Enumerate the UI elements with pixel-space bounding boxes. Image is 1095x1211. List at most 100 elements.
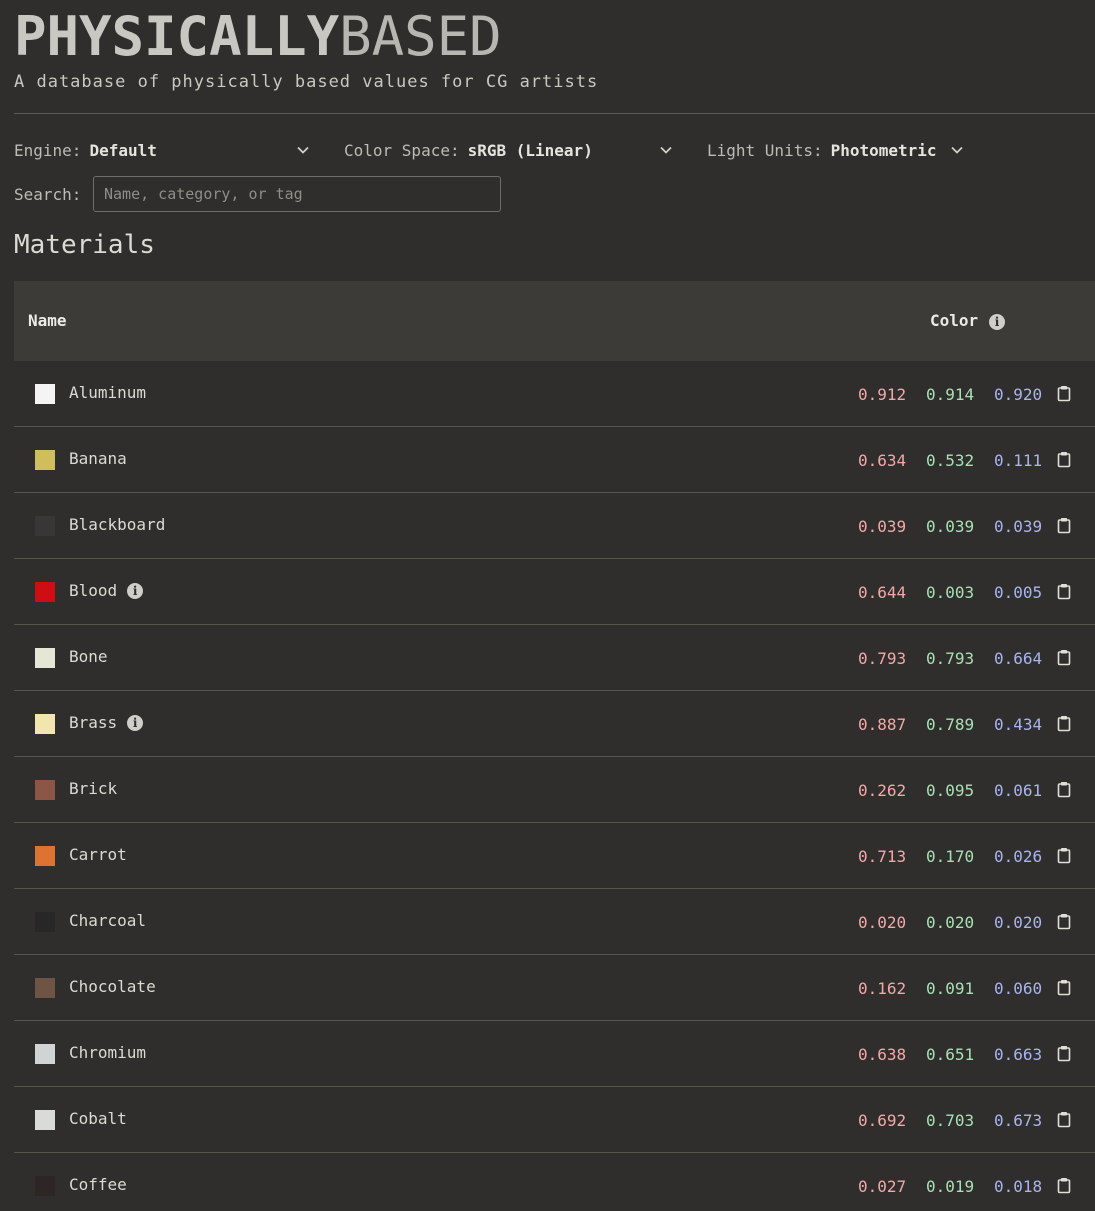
table-row[interactable]: Chocolate 0.162 0.091 0.060 (14, 955, 1095, 1021)
color-space-select[interactable]: Color Space: sRGB (Linear) (344, 138, 674, 162)
chevron-down-icon (297, 146, 309, 154)
materials-table-body: Aluminum 0.912 0.914 0.920 Banana 0.634 0.532 0… (14, 361, 1095, 1211)
info-icon[interactable]: i (989, 314, 1005, 330)
table-row[interactable]: Cobalt 0.692 0.703 0.673 (14, 1087, 1095, 1153)
material-name-label: Brass (69, 713, 118, 732)
color-swatch (35, 846, 55, 866)
clipboard-icon[interactable] (1057, 1045, 1071, 1062)
red-value: 0.713 (858, 847, 907, 866)
section-title: Materials (14, 230, 155, 260)
table-header: Name Color i (14, 281, 1095, 361)
material-name-label: Cobalt (69, 1109, 127, 1128)
red-value: 0.262 (858, 781, 907, 800)
search-row: Search: (14, 176, 501, 212)
clipboard-icon[interactable] (1057, 1111, 1071, 1128)
green-value: 0.651 (926, 1045, 975, 1064)
color-swatch (35, 978, 55, 998)
clipboard-icon[interactable] (1057, 715, 1071, 732)
red-value: 0.793 (858, 649, 907, 668)
green-value: 0.789 (926, 715, 975, 734)
engine-value: Default (89, 140, 157, 160)
light-units-value: Photometric (830, 140, 937, 160)
blue-value: 0.920 (994, 385, 1043, 404)
red-value: 0.912 (858, 385, 907, 404)
clipboard-icon[interactable] (1057, 1177, 1071, 1194)
table-row[interactable]: Aluminum 0.912 0.914 0.920 (14, 361, 1095, 427)
logo-light-text: BASED (339, 5, 502, 68)
clipboard-icon[interactable] (1057, 781, 1071, 798)
blue-value: 0.020 (994, 913, 1043, 932)
red-value: 0.027 (858, 1177, 907, 1196)
material-name[interactable]: Coffee (69, 1175, 127, 1194)
color-swatch (35, 1044, 55, 1064)
clipboard-icon[interactable] (1057, 583, 1071, 600)
clipboard-icon[interactable] (1057, 913, 1071, 930)
table-row[interactable]: Brass i 0.887 0.789 0.434 (14, 691, 1095, 757)
search-input[interactable] (93, 176, 501, 212)
color-swatch (35, 450, 55, 470)
material-name-label: Carrot (69, 845, 127, 864)
clipboard-icon[interactable] (1057, 385, 1071, 402)
chevron-down-icon (951, 146, 963, 154)
blue-value: 0.005 (994, 583, 1043, 602)
color-swatch (35, 714, 55, 734)
material-name[interactable]: Bone (69, 647, 108, 666)
color-space-value: sRGB (Linear) (467, 140, 593, 160)
column-header-name[interactable]: Name (28, 311, 67, 330)
table-row[interactable]: Brick 0.262 0.095 0.061 (14, 757, 1095, 823)
material-name-label: Blackboard (69, 515, 166, 534)
material-name[interactable]: Charcoal (69, 911, 146, 930)
red-value: 0.692 (858, 1111, 907, 1130)
info-icon[interactable]: i (127, 582, 144, 599)
color-swatch (35, 384, 55, 404)
table-row[interactable]: Banana 0.634 0.532 0.111 (14, 427, 1095, 493)
table-row[interactable]: Chromium 0.638 0.651 0.663 (14, 1021, 1095, 1087)
engine-label: Engine: (14, 140, 82, 160)
material-name-label: Bone (69, 647, 108, 666)
material-name-label: Blood (69, 581, 118, 600)
material-name[interactable]: Carrot (69, 845, 127, 864)
material-name[interactable]: Chromium (69, 1043, 146, 1062)
info-icon[interactable]: i (127, 714, 144, 731)
material-name[interactable]: Aluminum (69, 383, 146, 402)
material-name[interactable]: Chocolate (69, 977, 156, 996)
green-value: 0.170 (926, 847, 975, 866)
material-name[interactable]: Blackboard (69, 515, 165, 534)
material-name[interactable]: Brass i (69, 713, 144, 732)
clipboard-icon[interactable] (1057, 979, 1071, 996)
site-logo[interactable]: PHYSICALLYBASED (14, 6, 502, 68)
color-swatch (35, 1110, 55, 1130)
column-header-color: Color (930, 311, 979, 330)
header-divider (14, 113, 1095, 114)
clipboard-icon[interactable] (1057, 847, 1071, 864)
material-name-label: Coffee (69, 1175, 127, 1194)
color-swatch (35, 516, 55, 536)
clipboard-icon[interactable] (1057, 451, 1071, 468)
table-row[interactable]: Bone 0.793 0.793 0.664 (14, 625, 1095, 691)
material-name[interactable]: Cobalt (69, 1109, 127, 1128)
clipboard-icon[interactable] (1057, 517, 1071, 534)
table-row[interactable]: Blackboard 0.039 0.039 0.039 (14, 493, 1095, 559)
clipboard-icon[interactable] (1057, 649, 1071, 666)
table-row[interactable]: Blood i 0.644 0.003 0.005 (14, 559, 1095, 625)
table-row[interactable]: Carrot 0.713 0.170 0.026 (14, 823, 1095, 889)
blue-value: 0.663 (994, 1045, 1043, 1064)
table-row[interactable]: Coffee 0.027 0.019 0.018 (14, 1153, 1095, 1211)
green-value: 0.003 (926, 583, 975, 602)
tagline: A database of physically based values fo… (14, 72, 599, 92)
engine-select[interactable]: Engine: Default (14, 138, 314, 162)
table-row[interactable]: Charcoal 0.020 0.020 0.020 (14, 889, 1095, 955)
blue-value: 0.026 (994, 847, 1043, 866)
blue-value: 0.039 (994, 517, 1043, 536)
red-value: 0.634 (858, 451, 907, 470)
light-units-select[interactable]: Light Units: Photometric (707, 138, 972, 162)
logo-bold-text: PHYSICALLY (14, 5, 340, 68)
page: PHYSICALLYBASED A database of physically… (0, 0, 1095, 1211)
material-name[interactable]: Blood i (69, 581, 144, 600)
search-label: Search: (14, 184, 82, 204)
chevron-down-icon (660, 146, 672, 154)
material-name[interactable]: Brick (69, 779, 117, 798)
blue-value: 0.060 (994, 979, 1043, 998)
green-value: 0.091 (926, 979, 975, 998)
material-name[interactable]: Banana (69, 449, 127, 468)
